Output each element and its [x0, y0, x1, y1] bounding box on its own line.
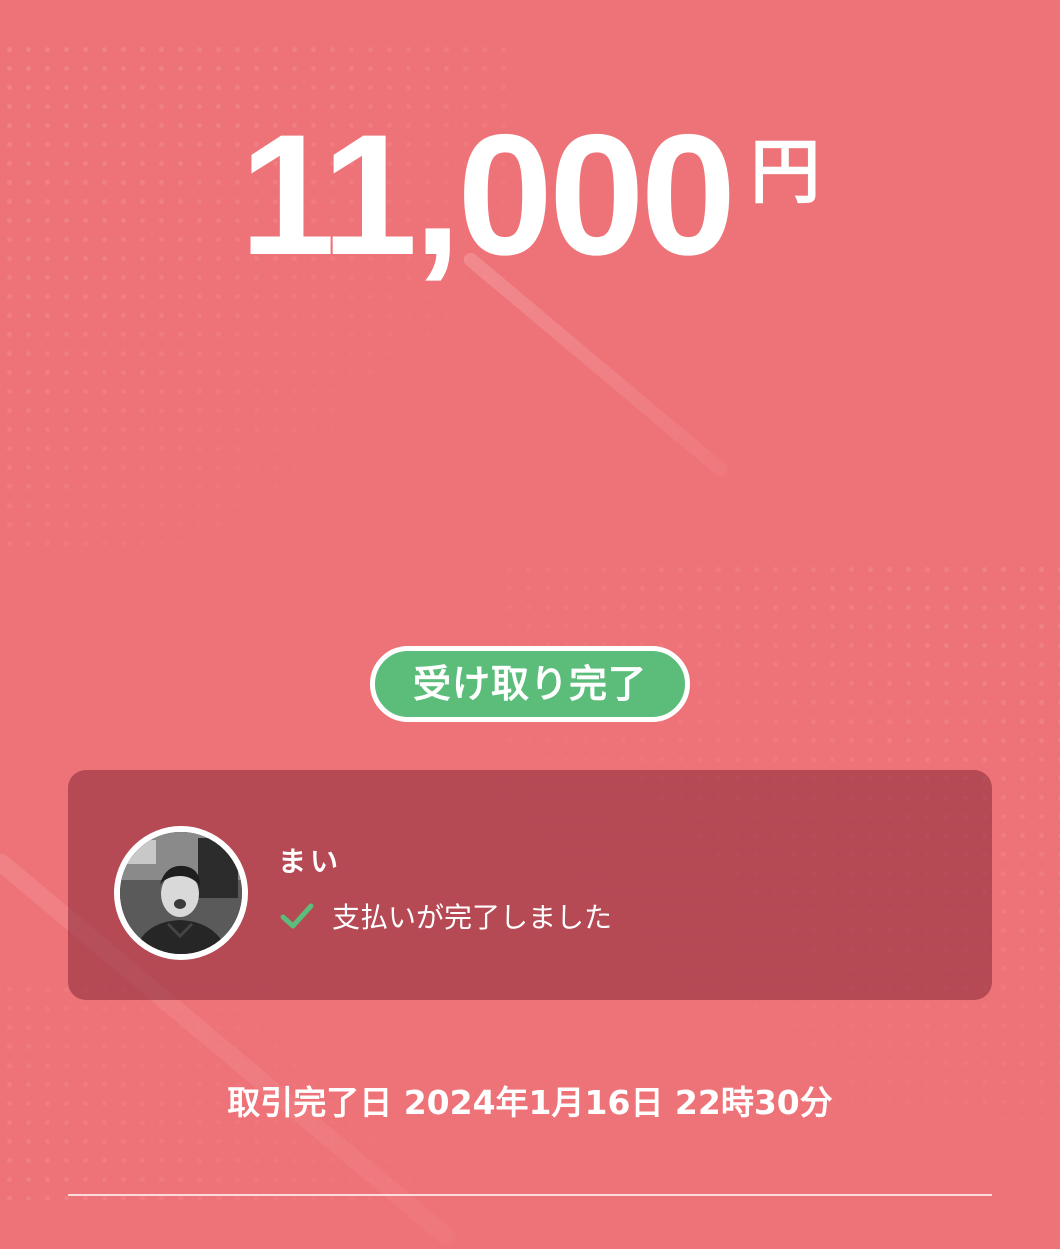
transaction-completed-date: 取引完了日 2024年1月16日 22時30分: [227, 1083, 833, 1122]
received-status-badge: 受け取り完了: [370, 646, 690, 722]
sender-name: まい: [278, 845, 343, 878]
avatar[interactable]: [114, 826, 248, 960]
check-icon: [280, 903, 314, 929]
amount-value: 11,000: [239, 99, 737, 291]
sender-card: まい 支払いが完了しました: [68, 770, 992, 1000]
payment-status: 支払いが完了しました: [280, 896, 612, 936]
divider: [68, 1194, 992, 1196]
transfer-amount: 11,000 円: [0, 96, 1060, 294]
payment-status-text: 支払いが完了しました: [332, 901, 613, 934]
profile-photo: [120, 832, 242, 954]
currency-unit: 円: [750, 131, 821, 213]
